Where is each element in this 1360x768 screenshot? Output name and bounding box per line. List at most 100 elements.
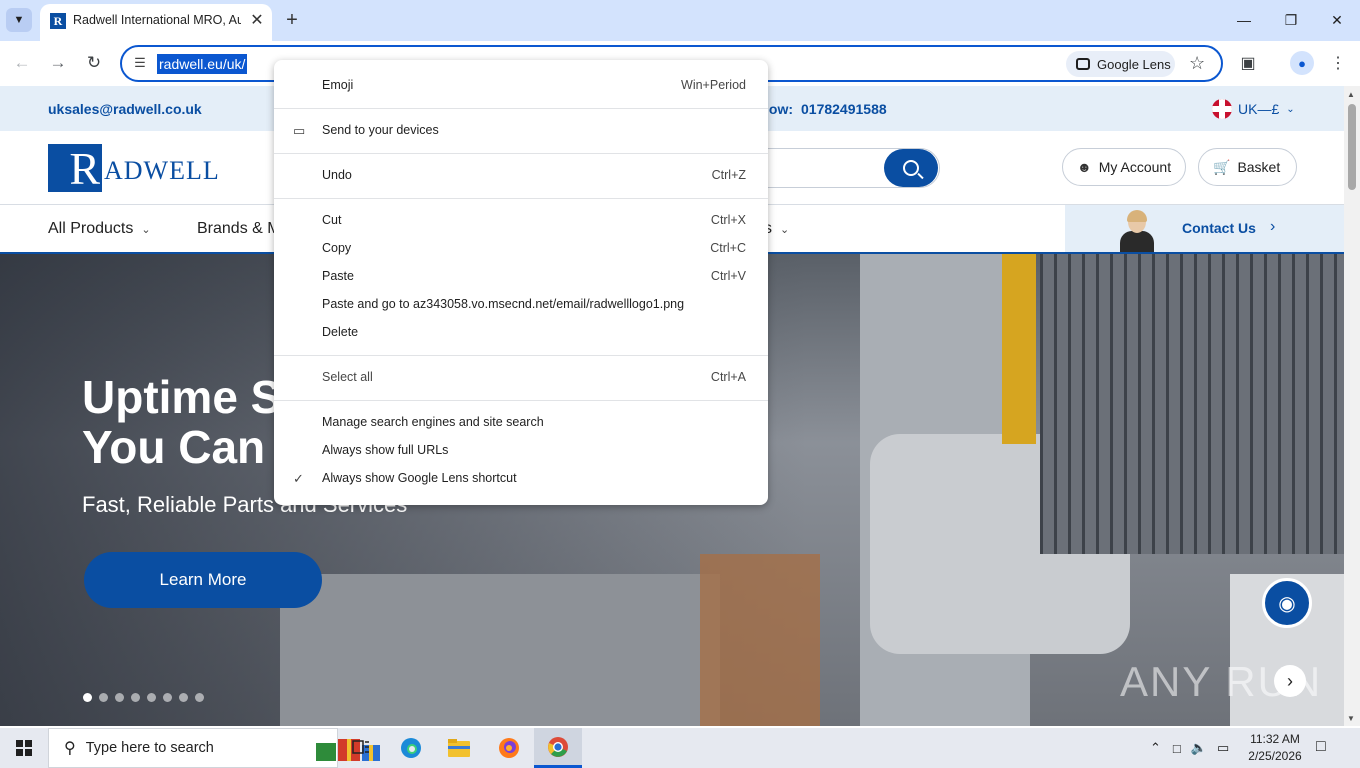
menu-item-cut[interactable]: Cut Ctrl+X <box>274 207 768 235</box>
support-agent-image <box>1119 210 1155 252</box>
nav-brands-label: Brands & M <box>197 220 281 237</box>
windows-logo-icon <box>16 740 32 756</box>
slide-dot[interactable] <box>83 693 92 702</box>
tab-search-button[interactable]: ▼ <box>6 8 32 32</box>
firefox-icon[interactable] <box>485 728 533 768</box>
edge-icon[interactable] <box>387 728 435 768</box>
google-lens-chip[interactable]: Google Lens <box>1066 51 1175 77</box>
sales-email-link[interactable]: uksales@radwell.co.uk <box>48 101 202 117</box>
forward-arrow-icon[interactable]: → <box>46 51 70 75</box>
profile-icon[interactable]: ● <box>1290 51 1314 75</box>
menu-divider <box>274 198 768 199</box>
contact-us-link[interactable]: Contact Us › <box>1065 205 1344 252</box>
menu-item-manage-search-engines[interactable]: Manage search engines and site search <box>274 409 768 437</box>
chevron-down-icon: ⌄ <box>141 224 151 236</box>
network-icon[interactable]: ▭ <box>1217 740 1229 756</box>
checkmark-icon: ✓ <box>293 471 304 486</box>
menu-item-undo[interactable]: Undo Ctrl+Z <box>274 162 768 190</box>
menu-item-send-to-devices[interactable]: ▭ Send to your devices <box>274 117 768 145</box>
chevron-down-icon: ▼ <box>13 14 25 26</box>
site-search-button[interactable] <box>884 149 938 187</box>
logo-text: ADWELL <box>104 156 220 185</box>
slide-dot[interactable] <box>99 693 108 702</box>
scroll-thumb[interactable] <box>1348 104 1356 190</box>
hero-title-line1: Uptime S <box>82 371 282 423</box>
chevron-down-icon: ⌄ <box>780 224 790 236</box>
reload-icon[interactable]: ↻ <box>82 51 106 75</box>
menu-item-paste-and-go[interactable]: Paste and go to az343058.vo.msecnd.net/e… <box>274 291 768 319</box>
clock-time: 11:32 AM <box>1250 732 1300 746</box>
new-tab-button[interactable]: + <box>280 8 304 32</box>
volume-icon[interactable]: 🔈 <box>1191 740 1207 756</box>
menu-item-copy[interactable]: Copy Ctrl+C <box>274 235 768 263</box>
fence-image <box>1040 254 1344 554</box>
radwell-logo[interactable]: R ADWELL <box>48 143 220 194</box>
slide-dot[interactable] <box>179 693 188 702</box>
close-window-button[interactable]: ✕ <box>1314 4 1360 36</box>
nav-brands[interactable]: Brands & M <box>197 220 281 238</box>
file-explorer-icon[interactable] <box>435 728 483 768</box>
restore-button[interactable]: ❐ <box>1268 4 1314 36</box>
nav-all-products[interactable]: All Products ⌄ <box>48 220 151 238</box>
page-scrollbar[interactable]: ▲ ▼ <box>1344 86 1360 726</box>
slide-dot[interactable] <box>131 693 140 702</box>
menu-item-show-lens-shortcut[interactable]: ✓ Always show Google Lens shortcut <box>274 465 768 493</box>
contact-us-label: Contact Us <box>1182 220 1256 236</box>
my-account-label: My Account <box>1098 159 1172 175</box>
task-view-icon[interactable] <box>337 728 385 768</box>
cookie-settings-icon[interactable]: ◉ <box>1262 578 1312 628</box>
scroll-up-icon[interactable]: ▲ <box>1347 90 1355 99</box>
search-icon: ⚲ <box>64 740 76 757</box>
bookmark-star-icon[interactable]: ☆ <box>1189 53 1205 74</box>
menu-item-show-full-urls[interactable]: Always show full URLs <box>274 437 768 465</box>
url-text[interactable]: radwell.eu/uk/ <box>157 54 248 74</box>
radwell-favicon-icon: R <box>50 13 66 29</box>
taskbar-clock[interactable]: 11:32 AM 2/25/2026 <box>1240 731 1310 765</box>
slide-dot[interactable] <box>147 693 156 702</box>
region-label: UK—£ <box>1238 101 1280 117</box>
scroll-down-icon[interactable]: ▼ <box>1347 714 1355 723</box>
menu-item-delete[interactable]: Delete <box>274 319 768 347</box>
yellow-post-image <box>1002 254 1036 444</box>
chevron-up-icon[interactable]: ⌃ <box>1150 740 1161 756</box>
slide-dot[interactable] <box>195 693 204 702</box>
chevron-right-icon: › <box>1270 218 1276 235</box>
meet-now-icon[interactable]: □ <box>1173 741 1181 756</box>
start-button[interactable] <box>0 728 48 768</box>
uk-flag-icon <box>1212 99 1232 119</box>
boxes-image <box>700 554 820 726</box>
menu-item-paste[interactable]: Paste Ctrl+V <box>274 263 768 291</box>
back-arrow-icon[interactable]: ← <box>10 51 34 75</box>
chevron-down-icon: ⌄ <box>1286 103 1295 115</box>
my-account-button[interactable]: ☻ My Account <box>1062 148 1187 186</box>
region-selector[interactable]: UK—£ ⌄ <box>1212 99 1295 119</box>
slide-dot[interactable] <box>163 693 172 702</box>
tab-radwell[interactable]: R Radwell International MRO, Aut ✕ <box>40 4 272 41</box>
cart-icon: 🛒 <box>1213 158 1231 175</box>
taskbar-search-box[interactable]: ⚲ Type here to search <box>48 728 380 768</box>
menu-dots-icon[interactable]: ⋮ <box>1326 51 1350 75</box>
phone-number[interactable]: 01782491588 <box>801 101 887 117</box>
tab-title: Radwell International MRO, Aut <box>73 13 241 27</box>
lens-icon <box>1076 58 1090 70</box>
minimize-button[interactable]: — <box>1221 4 1267 36</box>
notifications-icon[interactable]: □ <box>1316 738 1326 756</box>
menu-item-emoji[interactable]: Emoji Win+Period <box>274 72 768 100</box>
learn-more-button[interactable]: Learn More <box>84 552 322 608</box>
nav-all-products-label: All Products <box>48 220 134 237</box>
extensions-icon[interactable]: ▣ <box>1236 51 1260 75</box>
hero-title-line2: You Can <box>82 421 266 473</box>
site-info-icon[interactable]: ☰ <box>131 54 149 72</box>
menu-item-select-all[interactable]: Select all Ctrl+A <box>274 364 768 392</box>
chevron-right-icon[interactable]: › <box>1274 665 1306 697</box>
close-icon[interactable]: ✕ <box>247 10 267 30</box>
basket-button[interactable]: 🛒 Basket <box>1198 148 1297 186</box>
menu-divider <box>274 108 768 109</box>
slide-dot[interactable] <box>115 693 124 702</box>
basket-label: Basket <box>1237 159 1281 175</box>
windows-taskbar: ⚲ Type here to search ⌃ □ 🔈 ▭ 11:32 AM 2… <box>0 728 1360 768</box>
logo-letter: R <box>48 143 102 194</box>
system-tray: ⌃ □ 🔈 ▭ <box>1150 728 1229 768</box>
chrome-icon[interactable] <box>534 728 582 768</box>
menu-divider <box>274 400 768 401</box>
